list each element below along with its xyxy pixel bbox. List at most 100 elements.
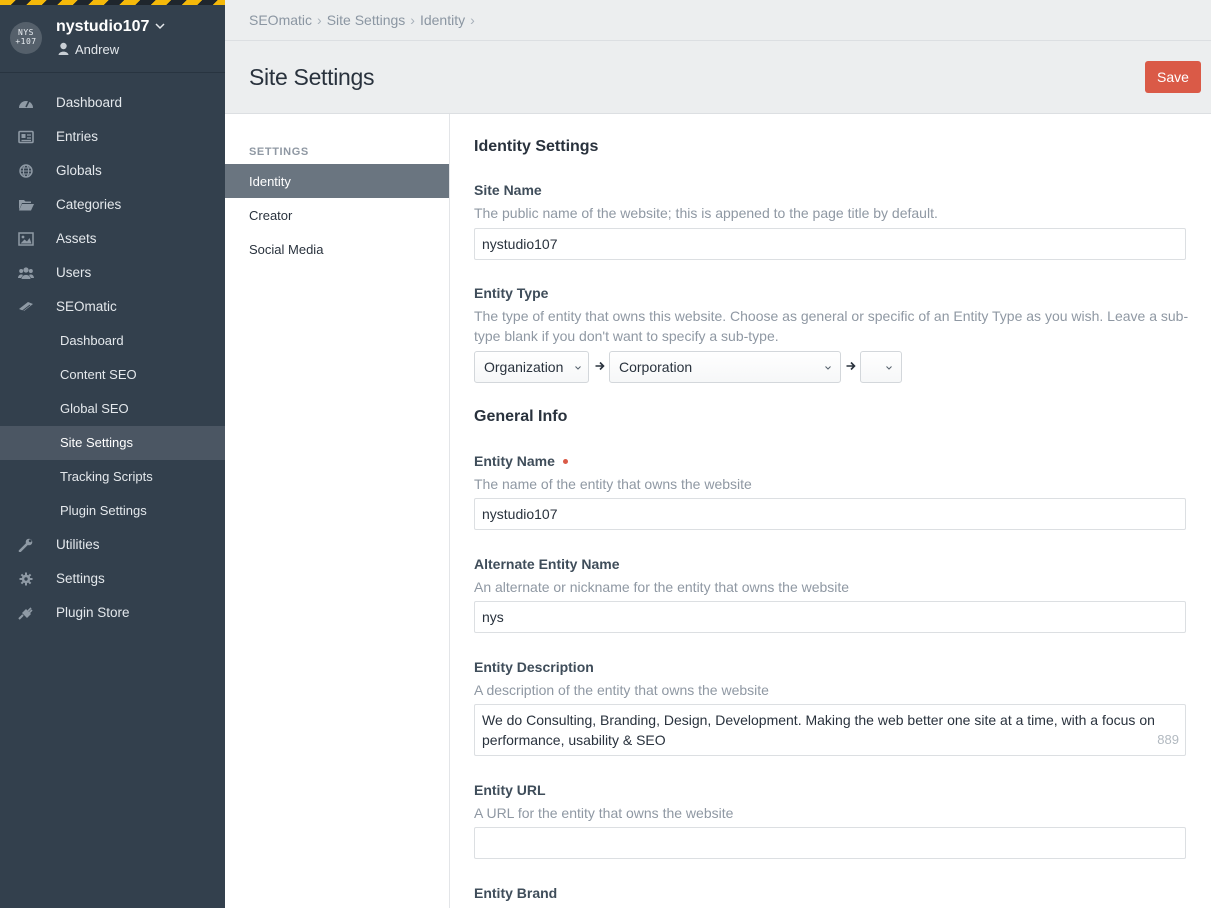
subnav-label: Dashboard (60, 333, 124, 348)
subnav-label: Tracking Scripts (60, 469, 153, 484)
site-name-instructions: The public name of the website; this is … (474, 205, 938, 221)
entity-description-label: Entity Description (474, 659, 594, 675)
nav-item-categories[interactable]: Categories (0, 188, 225, 222)
nav-item-globals[interactable]: Globals (0, 154, 225, 188)
folder-icon (19, 200, 34, 211)
site-logo: NYS +107 (10, 22, 42, 54)
entity-name-label: Entity Name (474, 453, 568, 469)
textarea-value: We do Consulting, Branding, Design, Deve… (482, 712, 1155, 748)
select-value: Corporation (619, 359, 693, 375)
subnav-item-content-seo[interactable]: Content SEO (0, 358, 225, 392)
subnav-item-site-settings[interactable]: Site Settings (0, 426, 225, 460)
settings-form: Identity Settings Site Name The public n… (451, 114, 1211, 908)
entity-description-instructions: A description of the entity that owns th… (474, 682, 769, 698)
nav-item-dashboard[interactable]: Dashboard (0, 86, 225, 120)
entity-name-instructions: The name of the entity that owns the web… (474, 476, 752, 492)
nav-item-users[interactable]: Users (0, 256, 225, 290)
page-header: SEOmatic › Site Settings › Identity › Si… (225, 0, 1211, 114)
dashboard-icon (19, 100, 33, 108)
nav-label: Plugin Store (56, 605, 130, 620)
alt-entity-name-input[interactable] (474, 601, 1186, 633)
breadcrumb-item[interactable]: Site Settings (327, 12, 406, 28)
breadcrumb-item[interactable]: Identity (420, 12, 465, 28)
tab-identity[interactable]: Identity (225, 164, 449, 198)
subnav-label: Site Settings (60, 435, 133, 450)
main-sidebar: NYS +107 nystudio107 Andrew Dashboard Ent… (0, 0, 225, 908)
breadcrumb-item[interactable]: SEOmatic (249, 12, 312, 28)
nav-item-plugin-store[interactable]: Plugin Store (0, 596, 225, 630)
nav-label: Settings (56, 571, 105, 586)
nav-label: Utilities (56, 537, 100, 552)
identity-settings-heading: Identity Settings (474, 138, 599, 155)
gear-icon (19, 572, 33, 586)
subnav-label: Content SEO (60, 367, 137, 382)
nav-label: Dashboard (56, 95, 123, 110)
subnav-item-plugin-settings[interactable]: Plugin Settings (0, 494, 225, 528)
plug-icon (18, 607, 33, 620)
entity-url-input[interactable] (474, 827, 1186, 859)
entity-name-input[interactable] (474, 498, 1186, 530)
entity-type-instructions: The type of entity that owns this websit… (474, 308, 1189, 344)
subnav-item-global-seo[interactable]: Global SEO (0, 392, 225, 426)
site-name[interactable]: nystudio107 (56, 18, 149, 36)
site-name-label: Site Name (474, 182, 542, 198)
tab-social-media[interactable]: Social Media (225, 232, 449, 266)
site-name-input[interactable] (474, 228, 1186, 260)
nav-label: Users (56, 265, 92, 280)
entity-sub-subtype-select[interactable] (860, 351, 902, 383)
entity-url-label: Entity URL (474, 782, 546, 798)
tab-label: Identity (249, 174, 291, 189)
image-icon (18, 232, 34, 246)
chevron-down-icon (575, 366, 581, 370)
nav-label: Categories (56, 197, 122, 212)
breadcrumb-separator: › (410, 12, 415, 28)
subnav-label: Plugin Settings (60, 503, 147, 518)
wrench-icon (18, 538, 33, 552)
entity-name-label-text: Entity Name (474, 453, 555, 469)
chevron-down-icon (825, 366, 831, 370)
save-button[interactable]: Save (1145, 61, 1201, 93)
user-avatar-icon (58, 42, 69, 55)
select-value: Organization (484, 359, 564, 375)
required-indicator (562, 458, 568, 464)
subnav-label: Global SEO (60, 401, 129, 416)
site-header[interactable]: NYS +107 nystudio107 Andrew (0, 5, 225, 73)
entity-subtype-select[interactable]: Corporation (609, 351, 841, 383)
alt-entity-name-instructions: An alternate or nickname for the entity … (474, 579, 850, 595)
chevron-down-icon (886, 366, 892, 370)
chevron-down-icon[interactable] (154, 20, 166, 32)
nav-label: Entries (56, 129, 99, 144)
nav-item-entries[interactable]: Entries (0, 120, 225, 154)
user-name[interactable]: Andrew (75, 42, 119, 57)
nav-item-seomatic[interactable]: SEOmatic (0, 290, 225, 324)
entity-description-textarea[interactable]: We do Consulting, Branding, Design, Deve… (474, 704, 1186, 756)
subnav-item-tracking-scripts[interactable]: Tracking Scripts (0, 460, 225, 494)
char-count: 889 (1157, 732, 1179, 747)
nav-label: SEOmatic (56, 299, 117, 314)
nav-label: Globals (56, 163, 102, 178)
entity-type-select[interactable]: Organization (474, 351, 589, 383)
globe-icon (19, 164, 33, 178)
nav-item-utilities[interactable]: Utilities (0, 528, 225, 562)
entries-icon (18, 130, 34, 144)
subnav-heading: SETTINGS (249, 146, 309, 158)
main-area: SEOmatic › Site Settings › Identity › Si… (225, 0, 1211, 908)
nav-item-assets[interactable]: Assets (0, 222, 225, 256)
nav-label: Assets (56, 231, 97, 246)
subnav-item-dashboard[interactable]: Dashboard (0, 324, 225, 358)
nav-item-settings[interactable]: Settings (0, 562, 225, 596)
tab-label: Social Media (249, 242, 324, 257)
entity-url-instructions: A URL for the entity that owns the websi… (474, 805, 734, 821)
breadcrumb: SEOmatic › Site Settings › Identity › (249, 12, 480, 28)
arrow-right-icon (595, 361, 605, 371)
tab-creator[interactable]: Creator (225, 198, 449, 232)
entity-type-label: Entity Type (474, 285, 549, 301)
alt-entity-name-label: Alternate Entity Name (474, 556, 620, 572)
general-info-heading: General Info (474, 408, 568, 425)
entity-brand-label: Entity Brand (474, 885, 558, 901)
breadcrumb-separator: › (317, 12, 322, 28)
seomatic-icon (19, 302, 33, 313)
users-icon (18, 267, 34, 279)
breadcrumb-separator: › (470, 12, 475, 28)
tab-label: Creator (249, 208, 293, 223)
